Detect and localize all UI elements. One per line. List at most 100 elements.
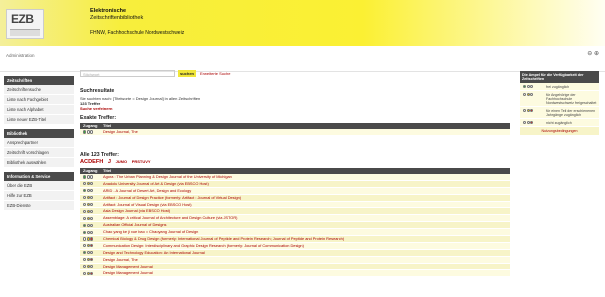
journal-title-link[interactable]: Design Management Journal xyxy=(103,264,153,269)
site-title: Elektronische Zeitschriftenbibliothek xyxy=(90,8,143,22)
sidebar-item-ueber[interactable]: Über die EZB xyxy=(4,181,74,191)
journal-title-link[interactable]: Agora : The Urban Planning & Design Jour… xyxy=(103,174,232,179)
table-row: Design Journal, The xyxy=(80,256,510,264)
traffic-light-icon xyxy=(83,244,87,248)
access-lights xyxy=(83,174,103,180)
traffic-light-icon xyxy=(83,196,87,200)
legend-text: für einen Teil der erschienenen Jahrgäng… xyxy=(546,108,596,117)
refine-search-link[interactable]: Suche verfeinern xyxy=(80,106,112,111)
table-row: Assemblage: A critical Journal of Archit… xyxy=(80,215,510,223)
alphabet-link-acdefh[interactable]: ACDEFH xyxy=(80,159,103,165)
site-header: EZB Elektronische Zeitschriftenbibliothe… xyxy=(0,0,605,46)
access-lights xyxy=(83,270,103,276)
traffic-light-icon xyxy=(83,271,87,276)
ezb-logo[interactable]: EZB xyxy=(6,9,44,39)
sidebar-heading-information: Information & Service xyxy=(4,172,74,181)
access-lights xyxy=(523,108,534,113)
journal-title-link[interactable]: ARID - A Journal of Desert Art, Design a… xyxy=(103,188,191,193)
sidebar-item-ansprechpartner[interactable]: Ansprechpartner xyxy=(4,138,74,148)
zoom-icons[interactable]: ⊖ ⊕ xyxy=(587,50,599,57)
journal-title-link[interactable]: Design Journal, The xyxy=(103,129,138,134)
journal-title-link[interactable]: Communication Design: Interdisciplinary … xyxy=(103,243,304,248)
traffic-light-icon xyxy=(83,182,87,186)
traffic-light-icon xyxy=(90,130,94,134)
access-lights xyxy=(83,236,103,242)
access-lights xyxy=(83,195,103,201)
traffic-light-icon xyxy=(90,230,94,234)
legend-row: nicht zugänglich xyxy=(520,119,599,127)
journal-title-link[interactable]: Chao yang ke ji xue bao = Chaoyang Journ… xyxy=(103,229,198,234)
access-lights xyxy=(523,92,534,97)
search-input[interactable]: Stichwort xyxy=(80,70,175,77)
table-row: Design and Technology Education: An Inte… xyxy=(80,249,510,257)
traffic-light-icon xyxy=(90,209,94,214)
access-lights xyxy=(83,250,103,256)
table-row: Design Journal, The xyxy=(80,129,510,136)
sidebar-heading-zeitschriften: Zeitschriften xyxy=(4,76,74,85)
access-lights xyxy=(83,243,103,249)
logo-text: EZB xyxy=(11,12,34,26)
sidebar-item-neue-titel[interactable]: Liste neuer EZB-Titel xyxy=(4,115,74,125)
traffic-light-icon xyxy=(83,264,87,269)
site-title-line1: Elektronische xyxy=(90,8,127,14)
traffic-light-icon xyxy=(83,189,87,193)
traffic-light-icon xyxy=(523,120,527,125)
traffic-light-icon xyxy=(90,251,94,255)
journal-title-link[interactable]: Chemical Biology & Drug Design (formerly… xyxy=(103,236,344,241)
sidebar-item-dienste[interactable]: EZB-Dienste xyxy=(4,201,74,211)
legend-text: für Angehörige der Fachhochschule Nordwe… xyxy=(546,92,597,105)
access-lights xyxy=(83,208,103,214)
sidebar-item-bibliothek-auswaehlen[interactable]: Bibliothek auswählen xyxy=(4,158,74,168)
access-lights xyxy=(523,84,534,89)
access-lights xyxy=(83,129,103,135)
journal-title-link[interactable]: Artifact : Journal of Design Practice (f… xyxy=(103,195,241,200)
access-lights xyxy=(83,202,103,208)
alphabet-link-jumo[interactable]: JUMO xyxy=(116,159,128,164)
journal-title-link[interactable]: Australian Official Journal of Designs xyxy=(103,222,167,227)
logo-books-graphic xyxy=(10,29,40,36)
traffic-light-icon xyxy=(83,258,87,262)
administration-link[interactable]: Administration xyxy=(6,53,35,58)
access-lights xyxy=(83,257,103,263)
table-row: Asia Design Journal (via EBSCO Host) xyxy=(80,208,510,216)
table-row: Anadolu University Journal of Art & Desi… xyxy=(80,180,510,188)
legend-text: nicht zugänglich xyxy=(546,120,572,125)
journal-title-link[interactable]: Anadolu University Journal of Art & Desi… xyxy=(103,181,209,186)
exact-hits-table: Zugang Titel Design Journal, The xyxy=(80,123,510,136)
sidebar-item-zeitschriftensuche[interactable]: Zeitschriftensuche xyxy=(4,85,74,95)
terms-of-use-link[interactable]: Nutzungsbedingungen xyxy=(520,127,599,135)
traffic-light-icon xyxy=(90,271,94,276)
sidebar-item-vorschlagen[interactable]: Zeitschrift vorschlagen xyxy=(4,148,74,158)
access-lights xyxy=(83,215,103,221)
sidebar-item-fachgebiet[interactable]: Liste nach Fachgebiet xyxy=(4,95,74,105)
legend-text: frei zugänglich xyxy=(546,84,570,89)
traffic-light-icon xyxy=(83,251,87,255)
sidebar-heading-bibliothek: Bibliothek xyxy=(4,129,74,138)
journal-title-link[interactable]: Artifact: Journal of Visual Design (via … xyxy=(103,202,192,207)
traffic-light-icon xyxy=(90,237,94,241)
traffic-light-icon xyxy=(83,202,87,207)
traffic-light-icon xyxy=(530,120,534,125)
exact-hits-heading: Exakte Treffer: xyxy=(80,115,117,121)
alphabet-link-j[interactable]: J xyxy=(108,159,111,165)
legend-row: frei zugänglich xyxy=(520,83,599,91)
journal-title-link[interactable]: Design and Technology Education: An Inte… xyxy=(103,250,205,255)
top-bar xyxy=(0,46,605,72)
journal-title-link[interactable]: Design Journal, The xyxy=(103,257,138,262)
journal-title-link[interactable]: Asia Design Journal (via EBSCO Host) xyxy=(103,208,170,213)
traffic-light-icon xyxy=(90,216,94,220)
journal-title-link[interactable]: Design Management Journal xyxy=(103,270,153,275)
institution-name: FHNW, Fachhochschule Nordwestschweiz xyxy=(90,30,185,36)
traffic-light-icon xyxy=(90,182,94,186)
journal-title-link[interactable]: Assemblage: A critical Journal of Archit… xyxy=(103,215,237,220)
sidebar-item-alphabet[interactable]: Liste nach Alphabet xyxy=(4,105,74,115)
table-row: Artifact: Journal of Visual Design (via … xyxy=(80,201,510,209)
alphabet-link-prstuvy[interactable]: PRSTUVY xyxy=(132,159,151,164)
search-button[interactable]: suchen xyxy=(178,70,196,77)
sidebar-item-hilfe[interactable]: Hilfe zur EZB xyxy=(4,191,74,201)
access-lights xyxy=(523,120,534,125)
access-lights xyxy=(83,222,103,228)
table-row: Design Management Journal xyxy=(80,263,510,271)
traffic-light-icon xyxy=(83,223,87,227)
advanced-search-link[interactable]: Erweiterte Suche xyxy=(200,71,230,76)
